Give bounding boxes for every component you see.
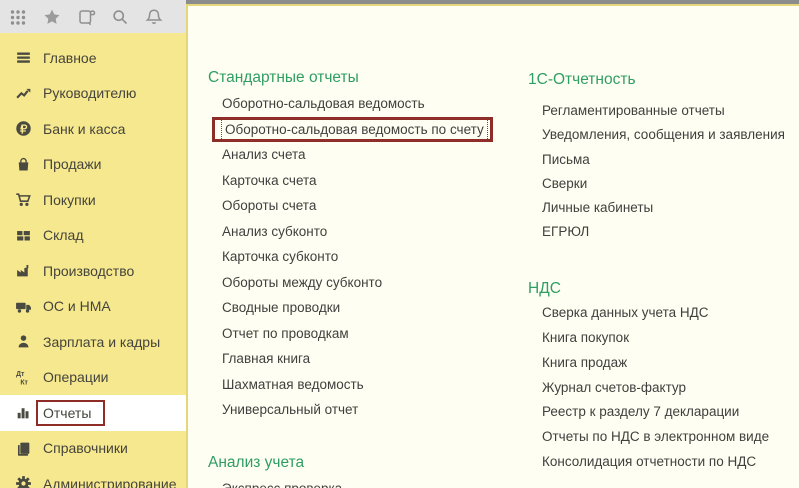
report-link[interactable]: Карточка субконто	[208, 244, 513, 270]
sidebar-item-label: Главное	[43, 50, 97, 66]
history-icon[interactable]	[75, 6, 97, 28]
bag-icon	[14, 155, 32, 173]
sidebar-item-label: Производство	[43, 263, 134, 279]
gear-icon	[14, 475, 32, 488]
sidebar-item-otchety[interactable]: Отчеты	[0, 395, 186, 431]
sidebar-item-label: Справочники	[43, 440, 128, 456]
sidebar-item-label: Склад	[43, 227, 84, 243]
sidebar-item-zarplata-i-kadry[interactable]: Зарплата и кадры	[0, 324, 186, 360]
section-title-1c-otchetnost: 1С-Отчетность	[528, 70, 798, 90]
report-link[interactable]: Анализ субконто	[208, 219, 513, 245]
sidebar-item-label: Зарплата и кадры	[43, 334, 160, 350]
report-link[interactable]: Отчеты по НДС в электронном виде	[528, 425, 798, 450]
sidebar-item-prodazhi[interactable]: Продажи	[0, 147, 186, 183]
sidebar-item-rukovoditelyu[interactable]: Руководителю	[0, 76, 186, 112]
report-link[interactable]: Сверка данных учета НДС	[528, 301, 798, 326]
svg-text:Дт: Дт	[16, 371, 25, 378]
sidebar-item-os-i-nma[interactable]: ОС и НМА	[0, 289, 186, 325]
reports-section-panel: Стандартные отчеты Оборотно-сальдовая ве…	[186, 0, 799, 488]
search-icon[interactable]	[109, 6, 131, 28]
books-icon	[14, 439, 32, 457]
warehouse-icon	[14, 226, 32, 244]
factory-icon	[14, 262, 32, 280]
report-link[interactable]: Универсальный отчет	[208, 397, 513, 423]
report-link[interactable]: Анализ счета	[208, 142, 513, 168]
report-link[interactable]: Карточка счета	[208, 168, 513, 194]
section-title-analiz-ucheta: Анализ учета	[208, 453, 513, 473]
report-link[interactable]: Книга покупок	[528, 326, 798, 351]
cart-icon	[14, 191, 32, 209]
sidebar-item-spravochniki[interactable]: Справочники	[0, 431, 186, 467]
sidebar-item-pokupki[interactable]: Покупки	[0, 182, 186, 218]
report-link[interactable]: ЕГРЮЛ	[528, 220, 798, 244]
sidebar-item-administrirovanie[interactable]: Администрирование	[0, 466, 186, 488]
sidebar-item-bank-i-kassa[interactable]: Банк и касса	[0, 111, 186, 147]
sidebar-item-label: Администрирование	[43, 476, 177, 488]
nds-list: Сверка данных учета НДС Книга покупок Кн…	[528, 301, 798, 475]
truck-icon	[14, 297, 32, 315]
sidebar-item-label: ОС и НМА	[43, 298, 111, 314]
sidebar-item-label: Банк и касса	[43, 121, 125, 137]
report-link[interactable]: Личные кабинеты	[528, 196, 798, 220]
report-link[interactable]: Главная книга	[208, 346, 513, 372]
trend-icon	[14, 84, 32, 102]
svg-text:Кт: Кт	[20, 379, 28, 386]
report-link[interactable]: Сводные проводки	[208, 295, 513, 321]
report-link[interactable]: Консолидация отчетности по НДС	[528, 450, 798, 475]
apps-grid-icon[interactable]	[7, 6, 29, 28]
menu-icon	[14, 49, 32, 67]
sidebar-item-glavnoe[interactable]: Главное	[0, 40, 186, 76]
ruble-icon	[14, 120, 32, 138]
sidebar-item-label: Операции	[43, 369, 109, 385]
person-icon	[14, 333, 32, 351]
sidebar-item-label: Покупки	[43, 192, 96, 208]
report-link[interactable]: Сверки	[528, 172, 798, 196]
report-link[interactable]: Обороты счета	[208, 193, 513, 219]
sidebar-item-sklad[interactable]: Склад	[0, 218, 186, 254]
favorites-star-icon[interactable]	[41, 6, 63, 28]
sidebar-item-label: Руководителю	[43, 85, 136, 101]
report-link[interactable]: Экспресс проверка	[208, 476, 513, 488]
analiz-ucheta-list: Экспресс проверка	[208, 476, 513, 488]
top-toolbar	[0, 0, 186, 33]
report-link[interactable]: Письма	[528, 148, 798, 172]
section-title-standard-reports: Стандартные отчеты	[208, 68, 513, 88]
report-link[interactable]: Журнал счетов-фактур	[528, 376, 798, 401]
report-link[interactable]: Шахматная ведомость	[208, 372, 513, 398]
sidebar-item-label: Продажи	[43, 156, 101, 172]
section-title-nds: НДС	[528, 279, 798, 299]
report-link[interactable]: Реестр к разделу 7 декларации	[528, 400, 798, 425]
sidebar-item-operacii[interactable]: ДтКт Операции	[0, 360, 186, 396]
bar-chart-icon	[14, 404, 32, 422]
report-link-highlighted[interactable]: Оборотно-сальдовая ведомость по счету	[212, 117, 493, 143]
report-link[interactable]: Отчет по проводкам	[208, 321, 513, 347]
right-column: 1С-Отчетность Регламентированные отчеты …	[528, 6, 798, 475]
report-link[interactable]: Книга продаж	[528, 351, 798, 376]
standard-reports-list: Оборотно-сальдовая ведомость Оборотно-са…	[208, 91, 513, 423]
report-link[interactable]: Оборотно-сальдовая ведомость	[208, 91, 513, 117]
left-column: Стандартные отчеты Оборотно-сальдовая ве…	[208, 6, 513, 488]
report-link[interactable]: Уведомления, сообщения и заявления	[528, 123, 798, 147]
report-link[interactable]: Обороты между субконто	[208, 270, 513, 296]
sidebar-item-proizvodstvo[interactable]: Производство	[0, 253, 186, 289]
1c-otchetnost-list: Регламентированные отчеты Уведомления, с…	[528, 99, 798, 245]
reports-content: Стандартные отчеты Оборотно-сальдовая ве…	[186, 4, 799, 488]
section-sidebar: Главное Руководителю Банк и касса Продаж…	[0, 33, 186, 488]
report-link[interactable]: Регламентированные отчеты	[528, 99, 798, 123]
dt-kt-icon: ДтКт	[14, 368, 32, 386]
sidebar-item-label-highlighted: Отчеты	[36, 400, 105, 426]
notifications-bell-icon[interactable]	[143, 6, 165, 28]
